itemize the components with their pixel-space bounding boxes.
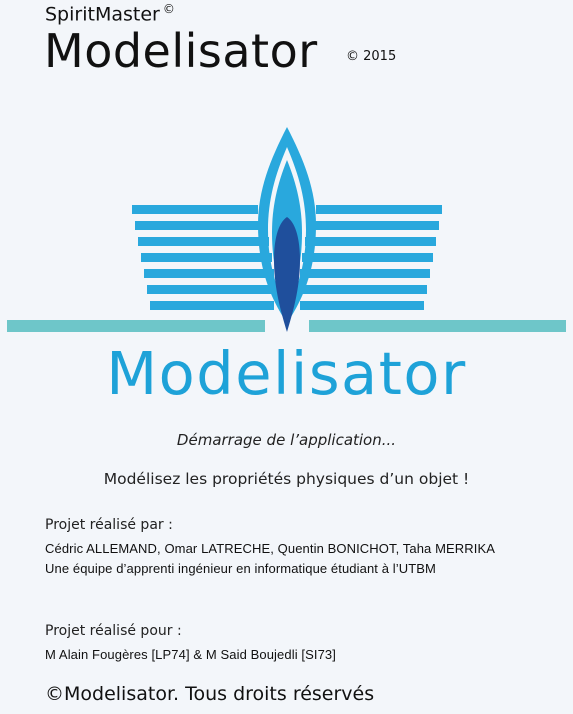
app-title: Modelisator: [44, 24, 318, 78]
brand-name: SpiritMaster ©: [45, 2, 175, 25]
inner-flame: [274, 217, 300, 332]
supervisors-list: M Alain Fougères [LP74] & M Said Boujedl…: [45, 647, 336, 662]
project-for-label: Projet réalisé pour :: [45, 623, 182, 639]
brand-text: SpiritMaster: [45, 3, 160, 26]
flame-book-logo-icon: [7, 127, 566, 332]
base-bar-left: [7, 320, 265, 332]
book-pages-right: [300, 205, 442, 310]
book-pages-left: [132, 205, 274, 310]
authors-list: Cédric ALLEMAND, Omar LATRECHE, Quentin …: [45, 541, 496, 556]
footer-copyright: ©Modelisator. Tous droits réservés: [45, 683, 375, 705]
project-by-label: Projet réalisé par :: [45, 517, 173, 533]
team-description: Une équipe d’apprenti ingénieur en infor…: [45, 561, 436, 576]
brand-copyright-mark: ©: [162, 2, 175, 16]
startup-status: Démarrage de l’application...: [176, 431, 397, 449]
base-bar-right: [309, 320, 566, 332]
copyright-year: © 2015: [346, 49, 397, 64]
tagline: Modélisez les propriétés physiques d’un …: [103, 470, 470, 488]
logo-wordmark: Modelisator: [106, 339, 467, 408]
